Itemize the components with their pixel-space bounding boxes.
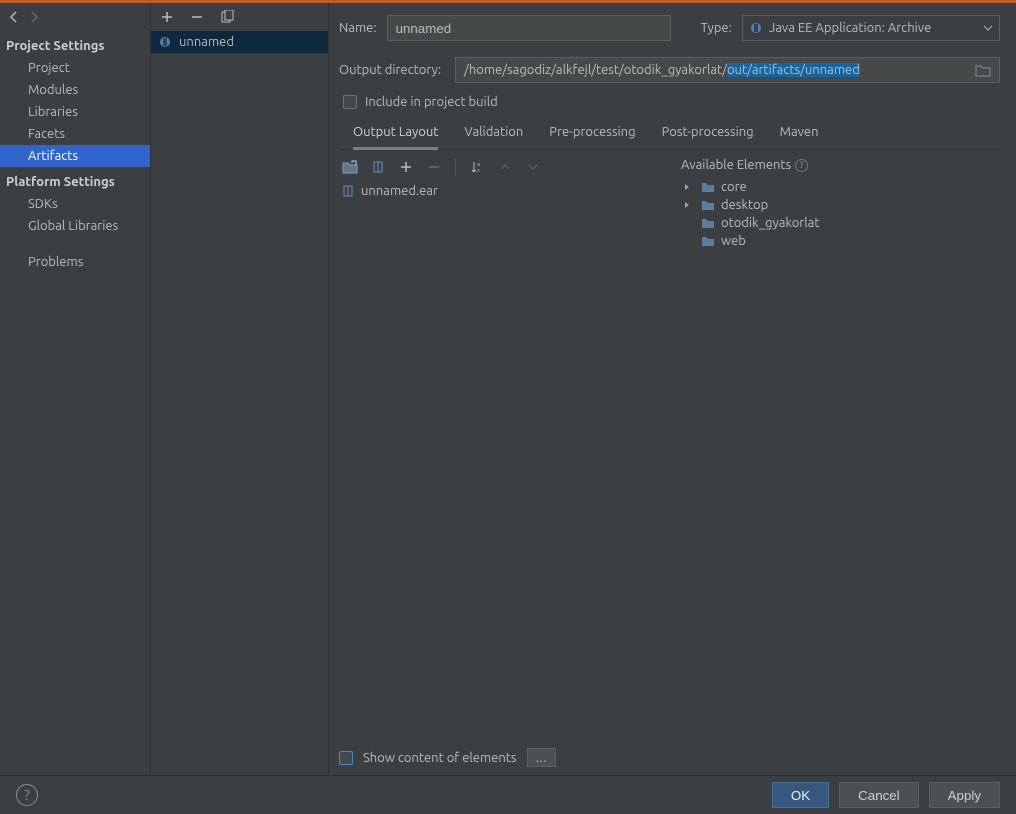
tab-output-layout[interactable]: Output Layout xyxy=(353,119,438,150)
expand-icon[interactable] xyxy=(683,201,695,209)
type-label: Type: xyxy=(701,21,732,35)
show-content-label: Show content of elements xyxy=(363,751,517,765)
tree-row[interactable]: otodik_gyakorlat xyxy=(681,214,1000,232)
tree-row[interactable]: core xyxy=(681,178,1000,196)
output-dir-label: Output directory: xyxy=(339,63,441,77)
artifact-detail-panel: Name: Type: Java EE Application: Archive… xyxy=(329,3,1016,775)
tab-post-processing[interactable]: Post-processing xyxy=(662,119,754,149)
available-elements-tree: core desktop xyxy=(681,176,1000,250)
back-icon[interactable] xyxy=(6,9,22,25)
toolbar-separator xyxy=(455,158,456,176)
artifact-toolbar xyxy=(151,3,328,31)
folder-icon xyxy=(701,181,715,193)
name-type-row: Name: Type: Java EE Application: Archive xyxy=(339,15,1000,41)
add-copy-icon[interactable] xyxy=(397,158,415,176)
more-options-button[interactable]: ... xyxy=(527,748,556,767)
artifact-type-select[interactable]: Java EE Application: Archive xyxy=(742,15,1000,41)
create-directory-icon[interactable] xyxy=(341,158,359,176)
artifact-name: unnamed xyxy=(179,35,234,49)
apply-button[interactable]: Apply xyxy=(929,782,1000,808)
available-elements-label: Available Elements xyxy=(681,158,791,172)
sidebar-heading-project: Project Settings xyxy=(0,31,150,57)
tab-pre-processing[interactable]: Pre-processing xyxy=(549,119,635,149)
add-artifact-icon[interactable] xyxy=(159,9,175,25)
help-icon[interactable]: ? xyxy=(16,784,38,806)
main-area: Project Settings Project Modules Librari… xyxy=(0,3,1016,775)
include-build-checkbox[interactable] xyxy=(343,95,357,109)
history-nav xyxy=(0,3,150,31)
copy-artifact-icon[interactable] xyxy=(219,9,235,25)
tree-row-label: otodik_gyakorlat xyxy=(721,216,819,230)
java-ee-icon xyxy=(157,34,173,50)
ok-button[interactable]: OK xyxy=(772,782,829,808)
sidebar-heading-platform: Platform Settings xyxy=(0,167,150,193)
tree-row-label: unnamed.ear xyxy=(361,184,438,198)
artifact-list: unnamed xyxy=(151,31,328,53)
output-dir-row: Output directory: /home/sagodiz/alkfejl/… xyxy=(339,57,1000,83)
sidebar-item-project[interactable]: Project xyxy=(0,57,150,79)
move-up-icon[interactable] xyxy=(496,158,514,176)
dialog-footer: ? OK Cancel Apply xyxy=(0,775,1016,814)
cancel-button[interactable]: Cancel xyxy=(839,782,919,808)
tab-validation[interactable]: Validation xyxy=(464,119,523,149)
output-layout-tree: unnamed.ear xyxy=(339,180,677,200)
sidebar-item-sdks[interactable]: SDKs xyxy=(0,193,150,215)
tree-row-label: web xyxy=(721,234,746,248)
tree-row-label: core xyxy=(721,180,747,194)
chevron-down-icon xyxy=(983,23,993,33)
output-dir-field[interactable]: /home/sagodiz/alkfejl/test/otodik_gyakor… xyxy=(455,57,1000,83)
tree-row-label: desktop xyxy=(721,198,768,212)
sidebar-item-modules[interactable]: Modules xyxy=(0,79,150,101)
available-elements-column: Available Elements ? core xyxy=(677,154,1000,740)
output-layout-toolbar: az xyxy=(339,154,677,180)
remove-icon[interactable] xyxy=(425,158,443,176)
tab-maven[interactable]: Maven xyxy=(780,119,819,149)
artifact-list-panel: unnamed xyxy=(151,3,329,775)
bottom-strip: Show content of elements ... xyxy=(339,740,1000,775)
detail-tabs: Output Layout Validation Pre-processing … xyxy=(339,119,1000,150)
type-select-value: Java EE Application: Archive xyxy=(769,21,931,35)
show-content-checkbox[interactable] xyxy=(339,751,353,765)
include-build-label: Include in project build xyxy=(365,95,498,109)
available-elements-header: Available Elements ? xyxy=(681,154,1000,176)
tree-row[interactable]: web xyxy=(681,232,1000,250)
forward-icon[interactable] xyxy=(26,9,42,25)
sidebar-item-artifacts[interactable]: Artifacts xyxy=(0,145,150,167)
sidebar-item-libraries[interactable]: Libraries xyxy=(0,101,150,123)
output-layout-column: az unnamed.ear xyxy=(339,154,677,740)
archive-icon xyxy=(341,184,355,198)
svg-text:z: z xyxy=(477,167,480,174)
create-archive-icon[interactable] xyxy=(369,158,387,176)
tree-row[interactable]: desktop xyxy=(681,196,1000,214)
folder-icon xyxy=(701,235,715,247)
help-icon[interactable]: ? xyxy=(795,159,808,172)
artifact-row[interactable]: unnamed xyxy=(151,31,328,53)
artifact-name-input[interactable] xyxy=(387,15,671,41)
sidebar-item-global-libraries[interactable]: Global Libraries xyxy=(0,215,150,237)
sort-icon[interactable]: az xyxy=(468,158,486,176)
remove-artifact-icon[interactable] xyxy=(189,9,205,25)
name-label: Name: xyxy=(339,21,377,35)
expand-icon[interactable] xyxy=(683,183,695,191)
move-down-icon[interactable] xyxy=(524,158,542,176)
browse-folder-icon[interactable] xyxy=(975,63,991,77)
output-dir-prefix: /home/sagodiz/alkfejl/test/otodik_gyakor… xyxy=(464,63,727,77)
output-dir-suffix: out/artifacts/unnamed xyxy=(727,63,860,77)
include-build-row[interactable]: Include in project build xyxy=(339,95,1000,109)
sidebar-item-problems[interactable]: Problems xyxy=(0,251,150,273)
tab-body: az unnamed.ear xyxy=(339,154,1000,740)
folder-icon xyxy=(701,199,715,211)
folder-icon xyxy=(701,217,715,229)
tree-row-ear[interactable]: unnamed.ear xyxy=(339,182,677,200)
settings-sidebar: Project Settings Project Modules Librari… xyxy=(0,3,151,775)
java-ee-icon xyxy=(749,21,763,35)
sidebar-item-facets[interactable]: Facets xyxy=(0,123,150,145)
